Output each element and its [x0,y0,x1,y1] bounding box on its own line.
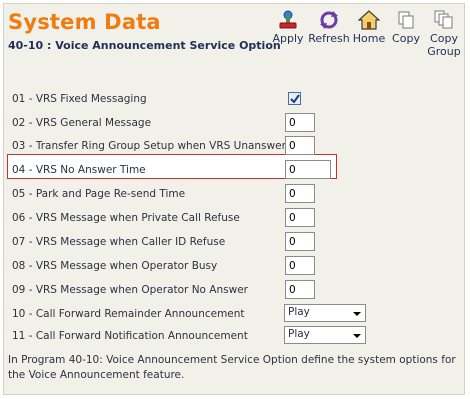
chevron-down-icon [353,312,361,316]
option-row-01: 01 - VRS Fixed Messaging [8,89,458,111]
page-subtitle: 40-10 : Voice Announcement Service Optio… [8,39,281,52]
option-label: 08 - VRS Message when Operator Busy [12,260,218,272]
option-row-08: 08 - VRS Message when Operator Busy [8,256,458,278]
option-row-10: 10 - Call Forward Remainder Announcement… [8,304,458,326]
option-row-09: 09 - VRS Message when Operator No Answer [8,280,458,302]
park-page-resend-time-input[interactable] [285,184,315,203]
copy-group-label: Copy Group [427,32,461,58]
transfer-ring-group-input[interactable] [285,136,315,155]
copy-label: Copy [392,32,420,45]
option-label: 07 - VRS Message when Caller ID Refuse [12,236,226,248]
refresh-icon [320,11,338,29]
apply-label: Apply [272,32,304,45]
vrs-no-answer-time-input[interactable] [285,160,331,179]
refresh-label: Refresh [308,32,350,45]
page-title: System Data [8,10,161,34]
operator-busy-input[interactable] [285,256,315,275]
option-row-03: 03 - Transfer Ring Group Setup when VRS … [8,136,458,158]
option-row-02: 02 - VRS General Message [8,113,458,135]
refresh-button[interactable]: Refresh [308,10,350,45]
option-label: 06 - VRS Message when Private Call Refus… [12,212,240,224]
option-label: 11 - Call Forward Notification Announcem… [12,330,248,342]
option-row-07: 07 - VRS Message when Caller ID Refuse [8,232,458,254]
option-label: 05 - Park and Page Re-send Time [12,188,186,200]
system-data-panel: System Data 40-10 : Voice Announcement S… [3,3,465,395]
select-value: Play [288,328,310,340]
option-row-05: 05 - Park and Page Re-send Time [8,184,458,206]
caller-id-refuse-input[interactable] [285,232,315,251]
private-call-refuse-input[interactable] [285,208,315,227]
option-row-11: 11 - Call Forward Notification Announcem… [8,326,458,348]
option-label: 02 - VRS General Message [12,117,152,129]
copy-group-icon [434,10,453,29]
chevron-down-icon [353,334,361,338]
apply-button[interactable]: Apply [270,10,306,45]
select-value: Play [288,306,310,318]
copy-group-button[interactable]: Copy Group [426,10,462,58]
copy-icon [398,11,414,29]
operator-no-answer-input[interactable] [285,280,315,299]
option-label: 03 - Transfer Ring Group Setup when VRS … [12,140,299,152]
vrs-fixed-messaging-checkbox[interactable] [288,92,301,105]
home-icon [358,10,380,30]
option-label: 04 - VRS No Answer Time [12,164,146,176]
option-label: 10 - Call Forward Remainder Announcement [12,308,245,320]
option-row-04: 04 - VRS No Answer Time [8,160,458,182]
copy-button[interactable]: Copy [390,10,422,45]
apply-icon [279,10,297,29]
home-button[interactable]: Home [352,10,386,45]
vrs-general-message-input[interactable] [285,113,315,132]
call-forward-notification-select[interactable]: Play [284,326,366,344]
checkmark-icon [290,94,300,104]
option-label: 09 - VRS Message when Operator No Answer [12,284,248,296]
help-text: In Program 40-10: Voice Announcement Ser… [8,354,456,381]
home-label: Home [352,32,386,45]
call-forward-remainder-select[interactable]: Play [284,304,366,322]
option-row-06: 06 - VRS Message when Private Call Refus… [8,208,458,230]
option-label: 01 - VRS Fixed Messaging [12,93,147,105]
